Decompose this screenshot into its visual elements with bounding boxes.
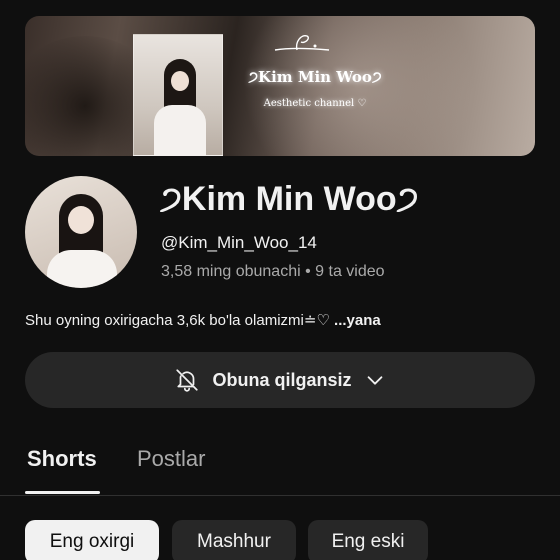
signature-icon [274, 35, 330, 51]
tab-shorts[interactable]: Shorts [27, 446, 97, 472]
subscribed-label: Obuna qilgansiz [212, 369, 352, 390]
banner-subtitle: Aesthetic channel ♡ [263, 98, 367, 109]
channel-handle: @Kim_Min_Woo_14 [161, 233, 317, 252]
subscribed-button[interactable]: Obuna qilgansiz [25, 352, 535, 408]
chevron-down-icon [367, 376, 382, 385]
channel-description[interactable]: Shu oyning oxirigacha 3,6k bo'la olamizm… [25, 311, 381, 329]
channel-avatar[interactable] [25, 176, 137, 288]
channel-banner: ੭Kim Min Woo੭ Aesthetic channel ♡ [25, 16, 535, 156]
channel-tabs: Shorts Postlar [0, 440, 560, 496]
banner-channel-name: ੭Kim Min Woo੭ [248, 68, 382, 86]
bell-off-icon [176, 369, 199, 392]
description-text: Shu oyning oxirigacha 3,6k bo'la olamizm… [25, 312, 330, 329]
chip-oldest[interactable]: Eng eski [308, 520, 428, 560]
chip-latest[interactable]: Eng oxirgi [25, 520, 159, 560]
description-more-link[interactable]: ...yana [334, 312, 381, 329]
chip-popular[interactable]: Mashhur [172, 520, 296, 560]
channel-stats: 3,58 ming obunachi • 9 ta video [161, 263, 385, 280]
active-tab-indicator [25, 491, 100, 494]
tab-posts[interactable]: Postlar [137, 446, 205, 472]
channel-title: ੭Kim Min Woo੭ [160, 180, 419, 218]
banner-photo [133, 34, 223, 156]
